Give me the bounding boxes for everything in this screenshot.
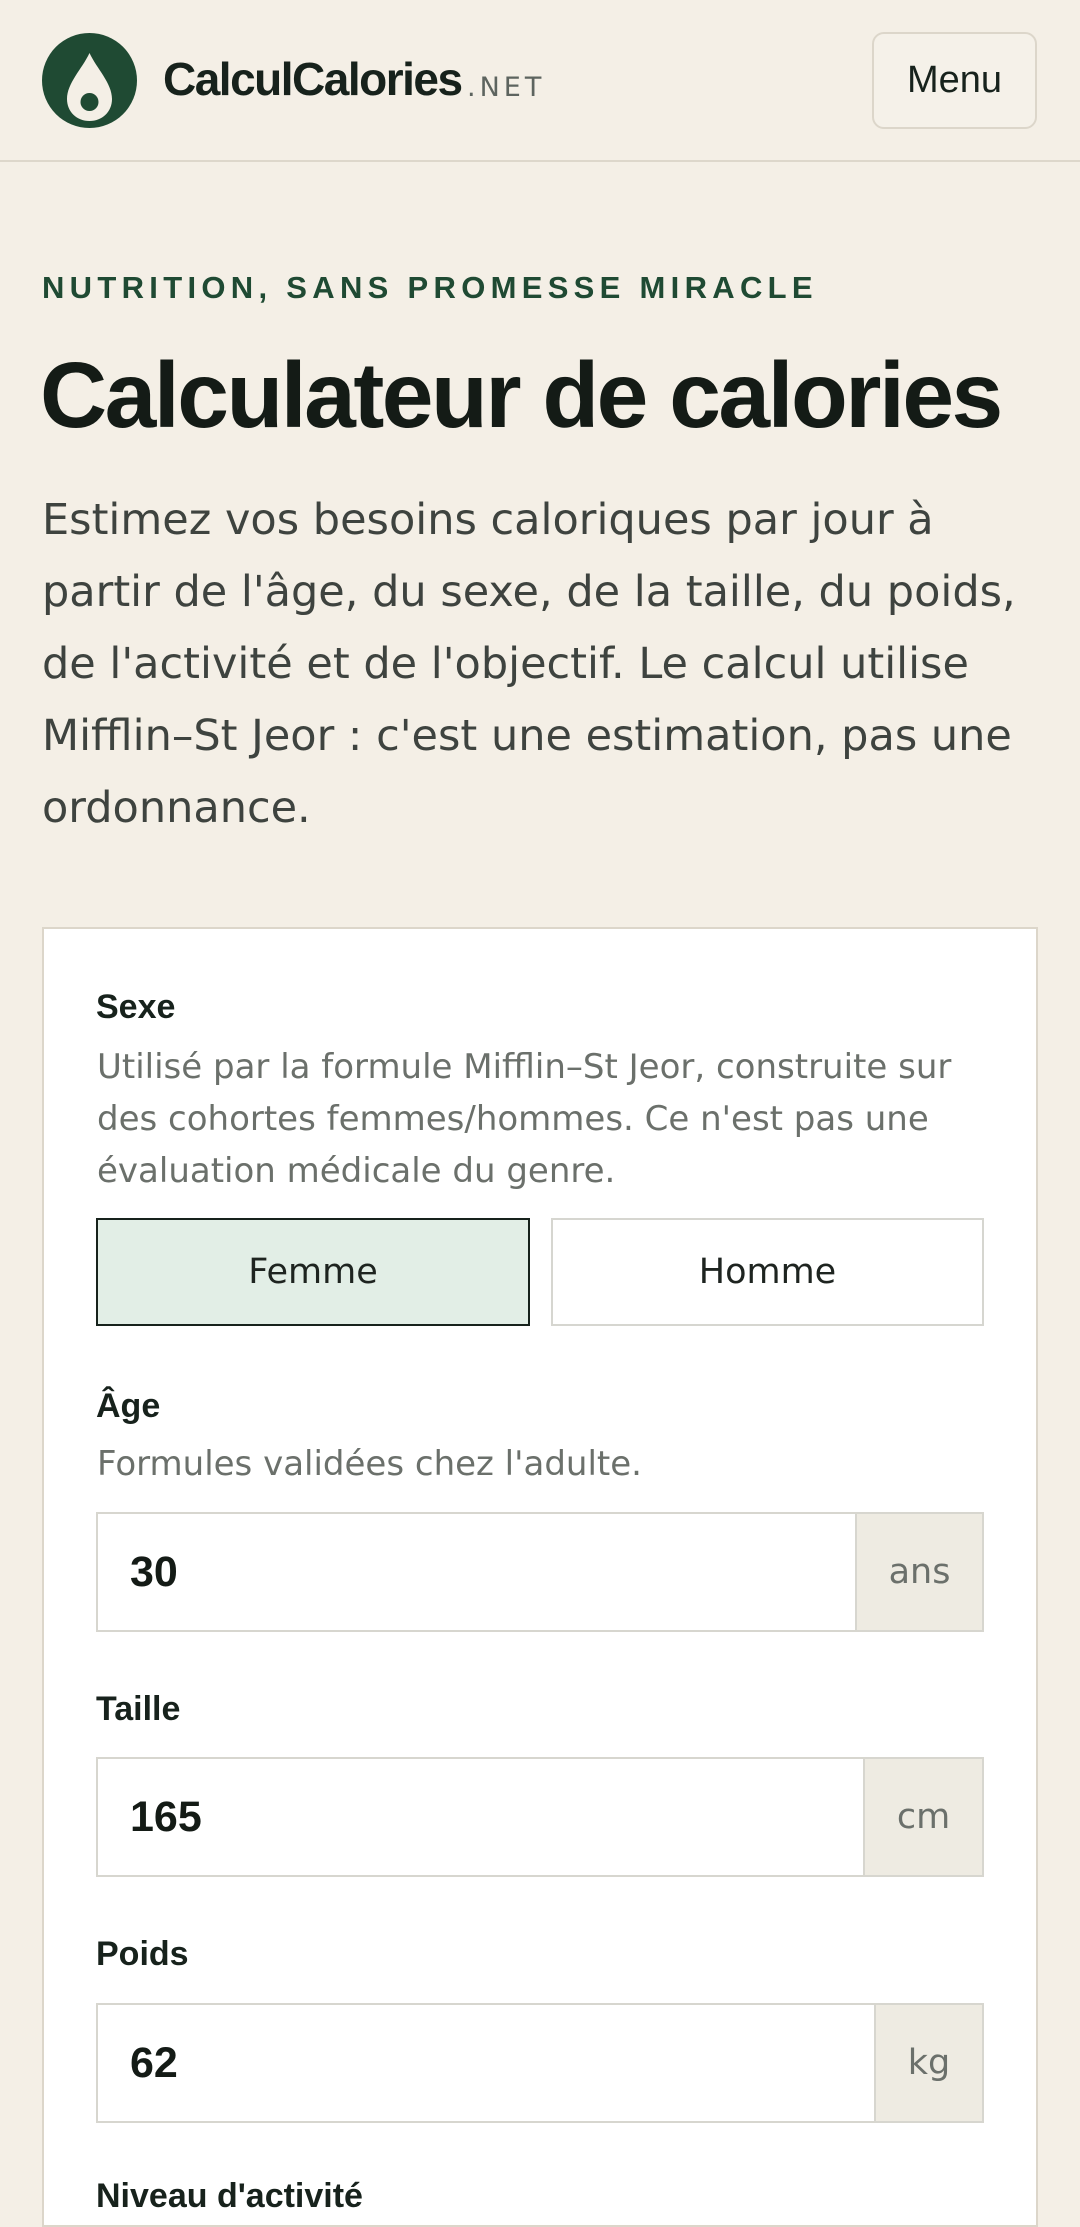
height-label: Taille	[96, 1690, 181, 1728]
brand-name[interactable]: CalculCalories	[163, 52, 463, 106]
sex-label: Sexe	[96, 988, 176, 1026]
age-label: Âge	[96, 1387, 161, 1425]
drop-icon[interactable]	[42, 33, 137, 128]
height-input[interactable]: 165	[98, 1759, 863, 1875]
brand-suffix: .NET	[467, 72, 546, 103]
page-title: Calculateur de calories	[40, 343, 1003, 447]
menu-button[interactable]: Menu	[872, 32, 1037, 129]
weight-unit: kg	[874, 2005, 982, 2121]
age-input[interactable]: 30	[98, 1514, 855, 1630]
age-help-text: Formules validées chez l'adulte.	[97, 1444, 642, 1484]
weight-input[interactable]: 62	[98, 2005, 874, 2121]
age-field: 30 ans	[96, 1512, 984, 1632]
site-header: CalculCalories .NET Menu	[0, 0, 1080, 162]
weight-field: 62 kg	[96, 2003, 984, 2123]
sex-option-homme[interactable]: Homme	[551, 1218, 984, 1326]
sex-help-text: Utilisé par la formule Mifflin–St Jeor, …	[97, 1047, 952, 1191]
activity-label: Niveau d'activité	[96, 2177, 363, 2215]
eyebrow-label: NUTRITION, SANS PROMESSE MIRACLE	[42, 270, 818, 305]
weight-label: Poids	[96, 1935, 189, 1973]
sex-option-femme[interactable]: Femme	[96, 1218, 530, 1326]
intro-text: Estimez vos besoins caloriques par jour …	[42, 495, 1016, 833]
height-field: 165 cm	[96, 1757, 984, 1877]
height-unit: cm	[863, 1759, 982, 1875]
age-unit: ans	[855, 1514, 982, 1630]
